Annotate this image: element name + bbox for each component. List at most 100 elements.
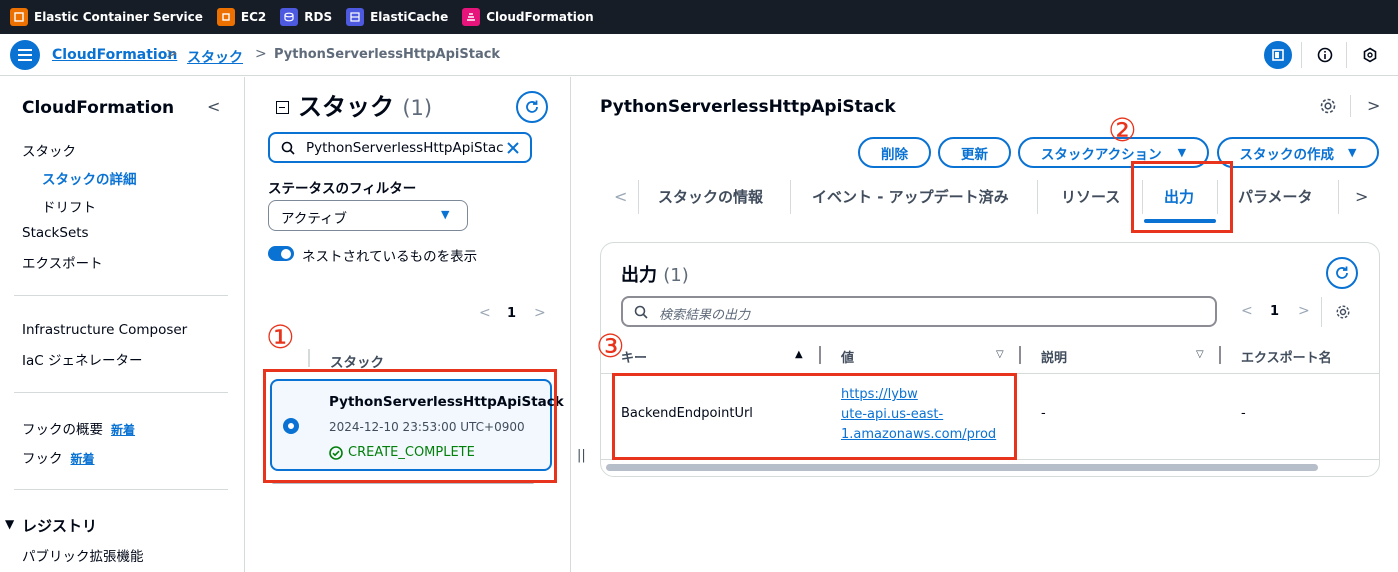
service-label: Elastic Container Service [34,10,203,24]
chevron-right-icon: > [166,46,178,62]
cloudformation-icon [462,8,481,26]
annotation-marker-3: ③ [596,327,625,365]
service-label: ElastiCache [370,10,449,24]
delete-button[interactable]: 削除 [858,137,931,168]
clear-icon[interactable] [506,141,520,155]
nav-item-hooks-overview[interactable]: フックの概要 新着 [22,418,135,438]
tabs-scroll-right-icon[interactable]: > [1355,187,1368,206]
nav-item-infra-composer[interactable]: Infrastructure Composer [22,322,187,338]
breadcrumb-stacks[interactable]: スタック [187,47,243,67]
nav-item-drift[interactable]: ドリフト [42,196,96,216]
collapse-square-icon[interactable] [276,101,289,114]
tabs-scroll-left-icon[interactable]: < [614,187,627,206]
info-button[interactable] [1312,42,1338,68]
caret-down-icon: ▼ [1348,146,1357,159]
service-shortcut-elasticache[interactable]: ElastiCache [346,8,448,26]
annotation-marker-1: ① [266,318,295,356]
caret-down-icon[interactable]: ▼ [5,517,14,531]
divider [14,392,228,393]
nav-title[interactable]: CloudFormation [22,98,174,118]
service-label: RDS [304,10,333,24]
panel-icon [1272,49,1284,61]
elasticache-icon [346,8,365,26]
breadcrumb-cloudformation[interactable]: CloudFormation [52,47,177,63]
tab-stack-info[interactable]: スタックの情報 [658,186,763,207]
stack-column-header: スタック [330,355,384,371]
column-header-key[interactable]: キー [621,347,647,366]
service-shortcut-cloudformation[interactable]: CloudFormation [462,8,594,26]
status-filter-select[interactable]: アクティブ ▼ [268,200,468,231]
annotation-marker-2: ② [1108,111,1137,149]
column-header-description[interactable]: 説明 [1041,347,1067,366]
breadcrumb-bar: CloudFormation > スタック > PythonServerless… [0,34,1398,76]
chevron-right-icon[interactable]: > [1367,96,1380,115]
nav-item-iac-generator[interactable]: IaC ジェネレーター [22,349,142,369]
prev-page-icon[interactable]: < [479,305,491,321]
output-description: - [1041,406,1046,421]
tab-events[interactable]: イベント - アップデート済み [812,186,1009,207]
gear-icon[interactable] [1319,97,1337,115]
stacks-panel: スタック (1) PythonServerlessHttpApiStac ステー… [246,77,571,572]
stack-search-input[interactable]: PythonServerlessHttpApiStac [268,132,532,163]
nav-item-stacks[interactable]: スタック [22,140,76,160]
detail-title: PythonServerlessHttpApiStack [600,97,896,117]
hamburger-menu-button[interactable] [10,40,40,70]
stacks-title: スタック (1) [298,87,432,122]
service-shortcut-ecs[interactable]: Elastic Container Service [10,8,203,26]
stack-detail-panel: PythonServerlessHttpApiStack > 削除 更新 スタッ… [572,77,1398,572]
prev-page-icon[interactable]: < [1241,303,1253,319]
split-panel-button[interactable] [1264,41,1292,69]
search-icon [281,141,295,155]
page-number[interactable]: 1 [1270,304,1279,319]
annotation-box-2 [1131,161,1233,233]
divider [14,489,228,490]
column-header-export-name[interactable]: エクスポート名 [1241,347,1332,366]
service-shortcut-rds[interactable]: RDS [280,8,332,26]
rds-icon [280,8,299,26]
nav-label: フックの概要 [22,422,103,438]
nav-item-hooks[interactable]: フック 新着 [22,447,95,467]
outputs-refresh-button[interactable] [1326,257,1358,289]
outputs-count: (1) [663,265,689,286]
outputs-title-text: 出力 [621,265,657,286]
ec2-icon [216,8,235,26]
nav-section-registry[interactable]: レジストリ [22,515,97,536]
chevron-right-icon: > [255,46,267,62]
divider [14,295,228,296]
nav-item-stacksets[interactable]: StackSets [22,225,89,241]
page-number[interactable]: 1 [507,306,516,321]
tab-resources[interactable]: リソース [1061,186,1120,207]
hexagon-icon [1363,47,1377,63]
service-label: CloudFormation [486,10,594,24]
next-page-icon[interactable]: > [534,305,546,321]
sort-ascending-icon[interactable]: ▲ [795,349,803,360]
new-badge[interactable]: 新着 [71,452,95,466]
sort-icon[interactable]: ▽ [996,349,1004,360]
table-settings-gear-icon[interactable] [1335,304,1351,320]
tab-parameters[interactable]: パラメータ [1238,186,1313,207]
nav-item-stack-details[interactable]: スタックの詳細 [42,168,137,188]
nav-item-public-extensions[interactable]: パブリック拡張機能 [22,545,144,565]
breadcrumb-current: PythonServerlessHttpApiStack [274,47,501,62]
annotation-box-1 [263,369,557,483]
nested-toggle[interactable] [268,246,294,261]
nav-item-exports[interactable]: エクスポート [22,252,103,272]
column-header-value[interactable]: 値 [841,347,854,366]
create-stack-button[interactable]: スタックの作成 ▼ [1217,137,1379,168]
hamburger-icon [18,49,32,61]
filter-label: ステータスのフィルター [268,181,417,197]
column-divider [308,349,310,367]
update-button[interactable]: 更新 [938,137,1011,168]
info-icon [1317,47,1333,63]
service-shortcut-ec2[interactable]: EC2 [216,8,266,26]
security-button[interactable] [1357,42,1383,68]
sort-icon[interactable]: ▽ [1196,349,1204,360]
table-horizontal-scrollbar[interactable] [606,464,1318,471]
collapse-chevron-icon[interactable]: < [207,97,220,116]
outputs-search-input[interactable]: 検索結果の出力 [621,296,1217,327]
next-page-icon[interactable]: > [1298,303,1310,319]
new-badge[interactable]: 新着 [111,423,135,437]
nav-label: フック [22,451,63,467]
search-placeholder: 検索結果の出力 [659,308,751,323]
refresh-button[interactable] [516,91,548,123]
